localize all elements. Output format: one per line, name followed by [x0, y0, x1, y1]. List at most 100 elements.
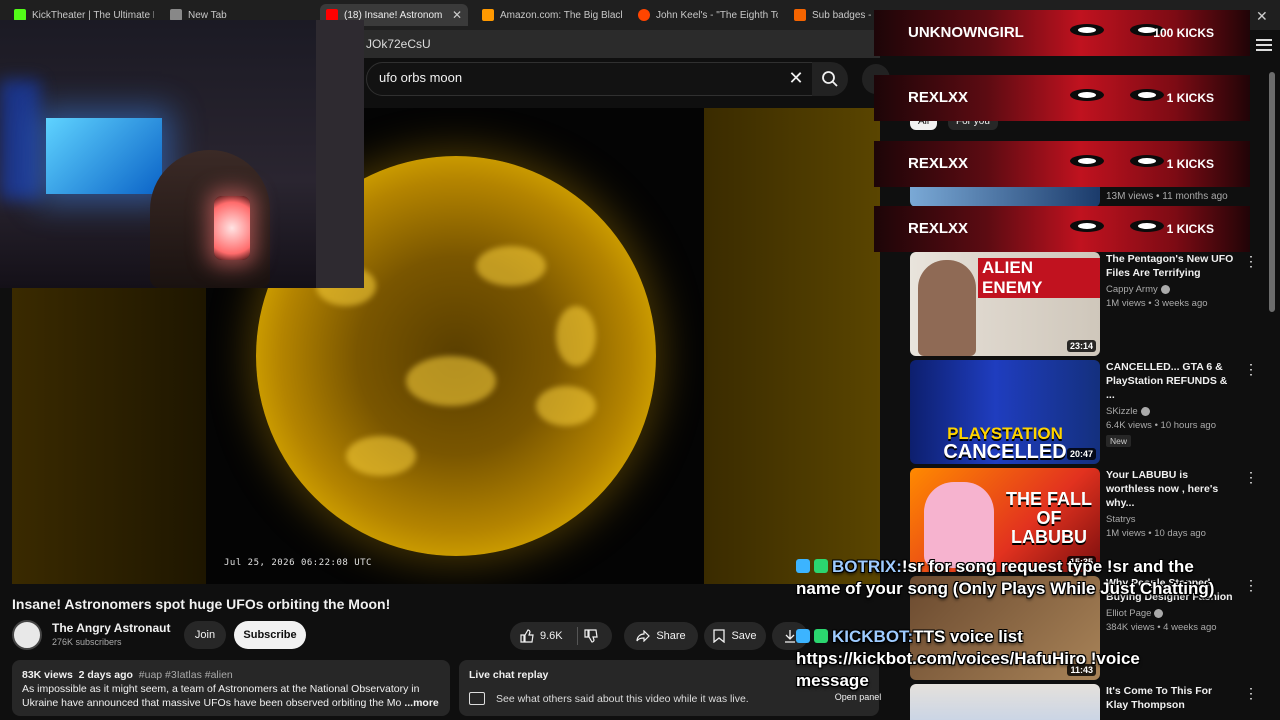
- recommendation-card[interactable]: It's Come To This For Klay Thompson ⋮: [910, 684, 1258, 720]
- more-options-icon[interactable]: ⋮: [1244, 254, 1258, 268]
- streamer-webcam: [0, 20, 364, 288]
- kick-alert: REXLXX 1 KICKS: [874, 75, 1250, 121]
- demon-eye-icon: [1070, 220, 1104, 232]
- bot-message-text: message: [796, 671, 869, 690]
- thumbnail-text: ALIEN ENEMY: [978, 258, 1100, 298]
- bot-message-text: name of your song (Only Plays While Just…: [796, 579, 1215, 598]
- recommendation-card[interactable]: PLAYSTATION CANCELLED 20:47 CANCELLED... …: [910, 360, 1258, 464]
- search-box[interactable]: [366, 62, 816, 96]
- thumbs-down-icon[interactable]: [584, 629, 598, 643]
- screen: KickTheater | The Ultimate Ki New Tab (1…: [0, 0, 1280, 720]
- more-options-icon[interactable]: ⋮: [1244, 578, 1258, 592]
- recommendation-title[interactable]: It's Come To This For Klay Thompson: [1106, 684, 1234, 712]
- search-input[interactable]: [379, 70, 759, 85]
- subscribe-button[interactable]: Subscribe: [234, 621, 306, 649]
- clear-search-icon[interactable]: ✕: [785, 67, 807, 89]
- webcam-lamp: [214, 196, 250, 260]
- tab-amazon[interactable]: Amazon.com: The Big Blacko: [482, 4, 622, 26]
- thumbs-up-icon: [520, 629, 534, 643]
- demon-eye-icon: [1130, 155, 1164, 167]
- more-options-icon[interactable]: ⋮: [1244, 362, 1258, 376]
- menu-icon[interactable]: [1256, 36, 1272, 52]
- webcam-tv-screen: [46, 118, 162, 194]
- demon-eye-icon: [1130, 220, 1164, 232]
- demon-eye-icon: [1130, 89, 1164, 101]
- channel-avatar[interactable]: [12, 620, 42, 650]
- kick-alert-name: UNKNOWNGIRL: [908, 24, 1024, 41]
- share-arrow-icon: [636, 630, 651, 642]
- player-right-region: [704, 108, 880, 584]
- reddit-favicon-icon: [638, 9, 650, 21]
- recommendation-card[interactable]: ALIEN ENEMY 23:14 The Pentagon's New UFO…: [910, 252, 1258, 356]
- recommendation-stats: 6.4K views • 10 hours ago: [1106, 420, 1217, 431]
- chat-icon: [469, 692, 485, 705]
- recommendation-stats: 384K views • 4 weeks ago: [1106, 622, 1217, 633]
- bot-message-line: message: [796, 670, 869, 692]
- live-chat-text: See what others said about this video wh…: [496, 693, 749, 705]
- download-icon: [785, 630, 795, 643]
- bot-message-text: https://kickbot.com/voices/HafuHiro !voi…: [796, 649, 1140, 668]
- page-scrollbar[interactable]: [1268, 60, 1276, 660]
- recommendation-channel[interactable]: Statrys: [1106, 514, 1136, 525]
- save-button[interactable]: Save: [704, 622, 766, 650]
- thumbnail-text: CANCELLED: [943, 441, 1067, 463]
- recommendation-channel[interactable]: Elliot Page: [1106, 608, 1151, 619]
- video-thumbnail[interactable]: [910, 684, 1100, 720]
- tab-reddit[interactable]: John Keel's - "The Eighth Tow: [638, 4, 778, 26]
- recommendation-channel[interactable]: SKizzle: [1106, 406, 1138, 417]
- kick-alert-name: REXLXX: [908, 89, 969, 106]
- recommendation-title[interactable]: Your LABUBU is worthless now , here's wh…: [1106, 468, 1234, 510]
- partial-card-stats: 13M views • 11 months ago: [1106, 191, 1228, 202]
- partial-thumbnail[interactable]: [910, 185, 1100, 207]
- video-thumbnail[interactable]: ALIEN ENEMY 23:14: [910, 252, 1100, 356]
- hashtags[interactable]: #uap #3Iatlas #alien: [139, 669, 233, 681]
- search-icon: [822, 71, 838, 87]
- bookmark-icon: [713, 629, 726, 643]
- close-window-icon[interactable]: ✕: [1256, 8, 1268, 25]
- kick-alert: REXLXX 1 KICKS: [874, 141, 1250, 187]
- recommendation-channel[interactable]: Cappy Army: [1106, 284, 1158, 295]
- share-button[interactable]: Share: [624, 622, 698, 650]
- kick-alert: REXLXX 1 KICKS: [874, 206, 1250, 252]
- duration-badge: 23:14: [1066, 340, 1096, 352]
- url-text: JOk72eCsU: [366, 37, 431, 51]
- verified-icon: [1154, 609, 1164, 618]
- recommendation-stats: 1M views • 3 weeks ago: [1106, 298, 1208, 309]
- more-options-icon[interactable]: ⋮: [1244, 686, 1258, 700]
- pin-icon: [796, 629, 810, 643]
- recommendation-stats: 1M views • 10 days ago: [1106, 528, 1206, 539]
- close-tab-icon[interactable]: ✕: [452, 8, 462, 22]
- bot-message-line: https://kickbot.com/voices/HafuHiro !voi…: [796, 648, 1140, 670]
- subscriber-count: 276K subscribers: [52, 637, 122, 647]
- verified-badge-icon: [814, 629, 828, 643]
- etsy-favicon-icon: [794, 9, 806, 21]
- kick-alert-name: REXLXX: [908, 220, 969, 237]
- more-options-icon[interactable]: ⋮: [1244, 470, 1258, 484]
- kick-alert-name: REXLXX: [908, 155, 969, 172]
- kick-alert-count: 1 KICKS: [1166, 91, 1214, 105]
- streamer-figure: [150, 150, 270, 288]
- video-timestamp-overlay: Jul 25, 2026 06:22:08 UTC: [224, 558, 372, 568]
- new-badge: New: [1106, 435, 1132, 447]
- verified-icon: [1160, 285, 1170, 294]
- video-thumbnail[interactable]: PLAYSTATION CANCELLED 20:47: [910, 360, 1100, 464]
- duration-badge: 20:47: [1066, 448, 1096, 460]
- pin-icon: [796, 559, 810, 573]
- thumbnail-text: THE FALL OF LABUBU: [1006, 489, 1092, 547]
- tab-etsy[interactable]: Sub badges - E: [794, 4, 878, 26]
- view-count: 83K views: [22, 669, 73, 681]
- bot-message-line: KICKBOT:TTS voice list: [796, 626, 1023, 648]
- show-more-link[interactable]: ...more: [404, 697, 438, 709]
- join-button[interactable]: Join: [184, 621, 226, 649]
- verified-badge-icon: [814, 559, 828, 573]
- verified-icon: [1140, 407, 1150, 416]
- recommendation-title[interactable]: The Pentagon's New UFO Files Are Terrify…: [1106, 252, 1234, 280]
- open-panel-button[interactable]: Open panel: [826, 692, 890, 708]
- description-box[interactable]: 83K views 2 days ago #uap #3Iatlas #alie…: [12, 660, 450, 716]
- kick-alert-count: 1 KICKS: [1166, 222, 1214, 236]
- search-button[interactable]: [812, 62, 848, 96]
- live-chat-title: Live chat replay: [469, 669, 549, 681]
- like-button[interactable]: 9.6K: [510, 622, 612, 650]
- channel-name[interactable]: The Angry Astronaut: [52, 621, 170, 635]
- recommendation-title[interactable]: CANCELLED... GTA 6 & PlayStation REFUNDS…: [1106, 360, 1234, 402]
